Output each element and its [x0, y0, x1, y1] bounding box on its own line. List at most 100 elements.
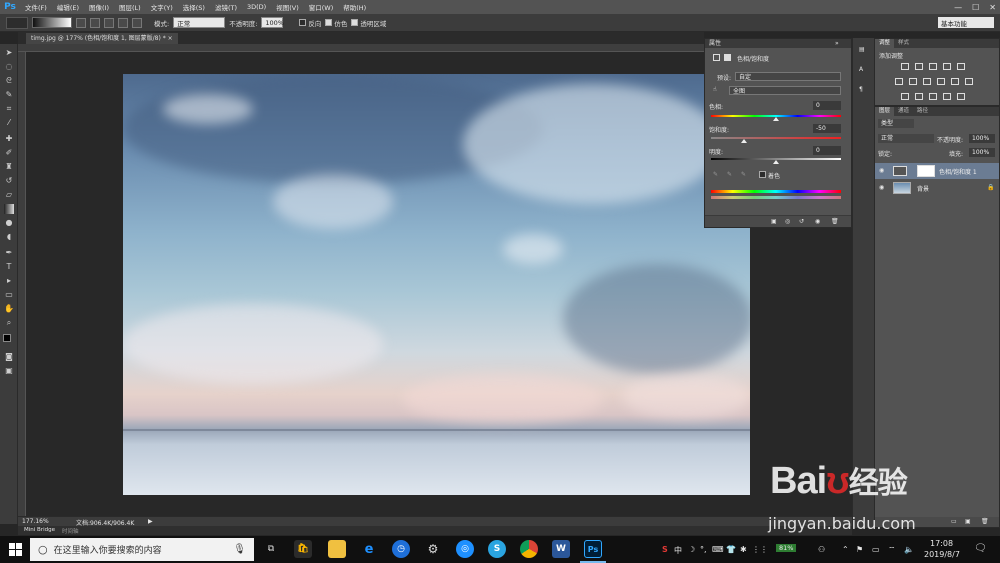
diamond-gradient-button[interactable] — [132, 17, 142, 28]
layer-row-background[interactable]: ◉ 背景 🔒 — [875, 180, 999, 196]
menu-window[interactable]: 窗口(W) — [304, 2, 339, 12]
ime-settings-icon[interactable]: ✱ — [740, 545, 747, 554]
channel-select[interactable]: 全图 — [729, 86, 841, 95]
stamp-tool-icon[interactable]: ♜ — [4, 162, 14, 172]
keyboard-icon[interactable]: ⌨ — [712, 545, 724, 554]
tab-paths[interactable]: 路径 — [913, 107, 932, 116]
menu-layer[interactable]: 图层(L) — [114, 2, 146, 12]
notification-icon[interactable]: 🗨 — [974, 543, 987, 554]
menu-type[interactable]: 文字(Y) — [146, 2, 178, 12]
selective-color-icon[interactable] — [957, 93, 965, 100]
gradient-picker[interactable] — [32, 17, 72, 28]
photo-filter-icon[interactable] — [937, 78, 945, 85]
menu-select[interactable]: 选择(S) — [178, 2, 210, 12]
mode-select[interactable]: 正常 — [173, 17, 226, 28]
ime-mode[interactable]: 中 — [674, 545, 682, 556]
tool-preset-picker[interactable] — [6, 16, 28, 29]
gradient-tool-icon[interactable] — [4, 204, 14, 214]
colorize-checkbox[interactable]: 着色 — [759, 171, 780, 180]
screen-mode-icon[interactable]: ▣ — [4, 366, 14, 376]
hue-input[interactable]: 0 — [813, 101, 841, 110]
photoshop-taskbar-icon[interactable]: Ps — [584, 540, 602, 558]
healing-tool-icon[interactable]: ✚ — [4, 134, 14, 144]
blur-tool-icon[interactable]: ● — [4, 218, 14, 228]
layer-visibility-icon[interactable]: ◉ — [879, 167, 884, 174]
lightness-thumb[interactable] — [773, 160, 779, 164]
lightness-input[interactable]: 0 — [813, 146, 841, 155]
saturation-slider[interactable] — [711, 137, 841, 139]
menu-view[interactable]: 视图(V) — [271, 2, 304, 12]
exposure-icon[interactable] — [943, 63, 951, 70]
clip-layer-icon[interactable]: ▣ — [771, 218, 777, 225]
crop-tool-icon[interactable]: ⌗ — [4, 104, 14, 114]
delete-icon[interactable]: 🗑 — [831, 218, 839, 225]
paragraph-icon[interactable]: ¶ — [859, 86, 863, 93]
brightness-icon[interactable] — [901, 63, 909, 70]
pen-tool-icon[interactable]: ✒ — [4, 248, 14, 258]
panel-collapse-icon[interactable]: » — [835, 40, 839, 47]
curves-icon[interactable] — [929, 63, 937, 70]
workspace-select[interactable]: 基本功能 — [938, 17, 994, 28]
reflected-gradient-button[interactable] — [118, 17, 128, 28]
gradient-map-icon[interactable] — [943, 93, 951, 100]
clock-date[interactable]: 2019/8/7 — [924, 550, 960, 559]
sogou-ime-icon[interactable]: S — [662, 545, 668, 554]
eyedropper-plus-icon[interactable]: ✎ — [727, 171, 732, 178]
taskbar-search-input[interactable]: ○ 在这里输入你要搜索的内容 🎙 — [30, 538, 254, 561]
quick-mask-icon[interactable]: ◙ — [4, 352, 14, 362]
battery-badge[interactable]: 81% — [776, 544, 797, 552]
vibrance-icon[interactable] — [957, 63, 965, 70]
hue-thumb[interactable] — [773, 117, 779, 121]
quick-select-tool-icon[interactable]: ✎ — [4, 90, 14, 100]
dither-checkbox[interactable]: 仿色 — [325, 18, 347, 28]
tab-close-icon[interactable]: × — [168, 35, 173, 42]
preset-select[interactable]: 自定 — [735, 72, 841, 81]
black-white-icon[interactable] — [923, 78, 931, 85]
radial-gradient-button[interactable] — [90, 17, 100, 28]
mini-bridge-tab[interactable]: Mini Bridge — [24, 527, 55, 533]
threshold-icon[interactable] — [929, 93, 937, 100]
menu-help[interactable]: 帮助(H) — [338, 2, 371, 12]
menu-3d[interactable]: 3D(D) — [242, 3, 271, 11]
minimize-icon[interactable]: — — [954, 3, 962, 12]
grid-icon[interactable]: ⋮⋮ — [752, 545, 768, 554]
brush-tool-icon[interactable]: ✐ — [4, 148, 14, 158]
on-image-adjust-icon[interactable]: ☝ — [713, 86, 717, 93]
dodge-tool-icon[interactable]: ◖ — [4, 232, 14, 242]
transparency-checkbox[interactable]: 透明区域 — [351, 18, 386, 28]
hand-tool-icon[interactable]: ✋ — [4, 304, 14, 314]
fill-input[interactable]: 100% — [969, 148, 995, 157]
layer-name[interactable]: 色相/饱和度 1 — [939, 167, 977, 176]
skin-icon[interactable]: 👕 — [726, 545, 736, 554]
eyedropper-tool-icon[interactable]: ⁄ — [4, 118, 14, 128]
browser-app-icon[interactable]: ◎ — [456, 540, 474, 558]
blend-mode-select[interactable]: 正常 — [878, 134, 934, 143]
status-arrow-icon[interactable]: ▶ — [148, 518, 153, 525]
file-explorer-icon[interactable] — [328, 540, 346, 558]
tab-layers[interactable]: 图层 — [875, 107, 895, 116]
store-icon[interactable]: 🛍 — [294, 540, 312, 558]
reset-icon[interactable]: ↺ — [799, 218, 804, 225]
network-icon[interactable]: ⌔ — [888, 545, 896, 555]
saturation-thumb[interactable] — [740, 139, 747, 143]
tab-styles[interactable]: 样式 — [894, 39, 913, 48]
layer-row-hue-saturation[interactable]: ◉ 色相/饱和度 1 — [875, 163, 999, 179]
layer-filter-select[interactable]: 类型 — [878, 119, 914, 128]
mask-icon[interactable] — [724, 54, 731, 61]
ie-browser-icon[interactable]: e — [360, 540, 378, 558]
layer-name[interactable]: 背景 — [917, 184, 929, 193]
zoom-readout[interactable]: 177.16% — [22, 518, 49, 525]
volume-icon[interactable]: 🔈 — [904, 545, 914, 554]
battery-icon[interactable]: ▭ — [872, 545, 880, 554]
tab-adjustments[interactable]: 调整 — [875, 39, 895, 48]
color-balance-icon[interactable] — [909, 78, 917, 85]
timeline-tab[interactable]: 时间轴 — [62, 527, 79, 535]
layer-mask-thumbnail[interactable] — [917, 165, 935, 177]
layer-visibility-icon[interactable]: ◉ — [879, 184, 884, 191]
path-select-tool-icon[interactable]: ▸ — [4, 276, 14, 286]
maximize-icon[interactable]: ☐ — [972, 3, 979, 12]
visibility-icon[interactable]: ◉ — [815, 218, 820, 225]
angle-gradient-button[interactable] — [104, 17, 114, 28]
levels-icon[interactable] — [915, 63, 923, 70]
settings-gear-icon[interactable]: ⚙ — [424, 540, 442, 558]
